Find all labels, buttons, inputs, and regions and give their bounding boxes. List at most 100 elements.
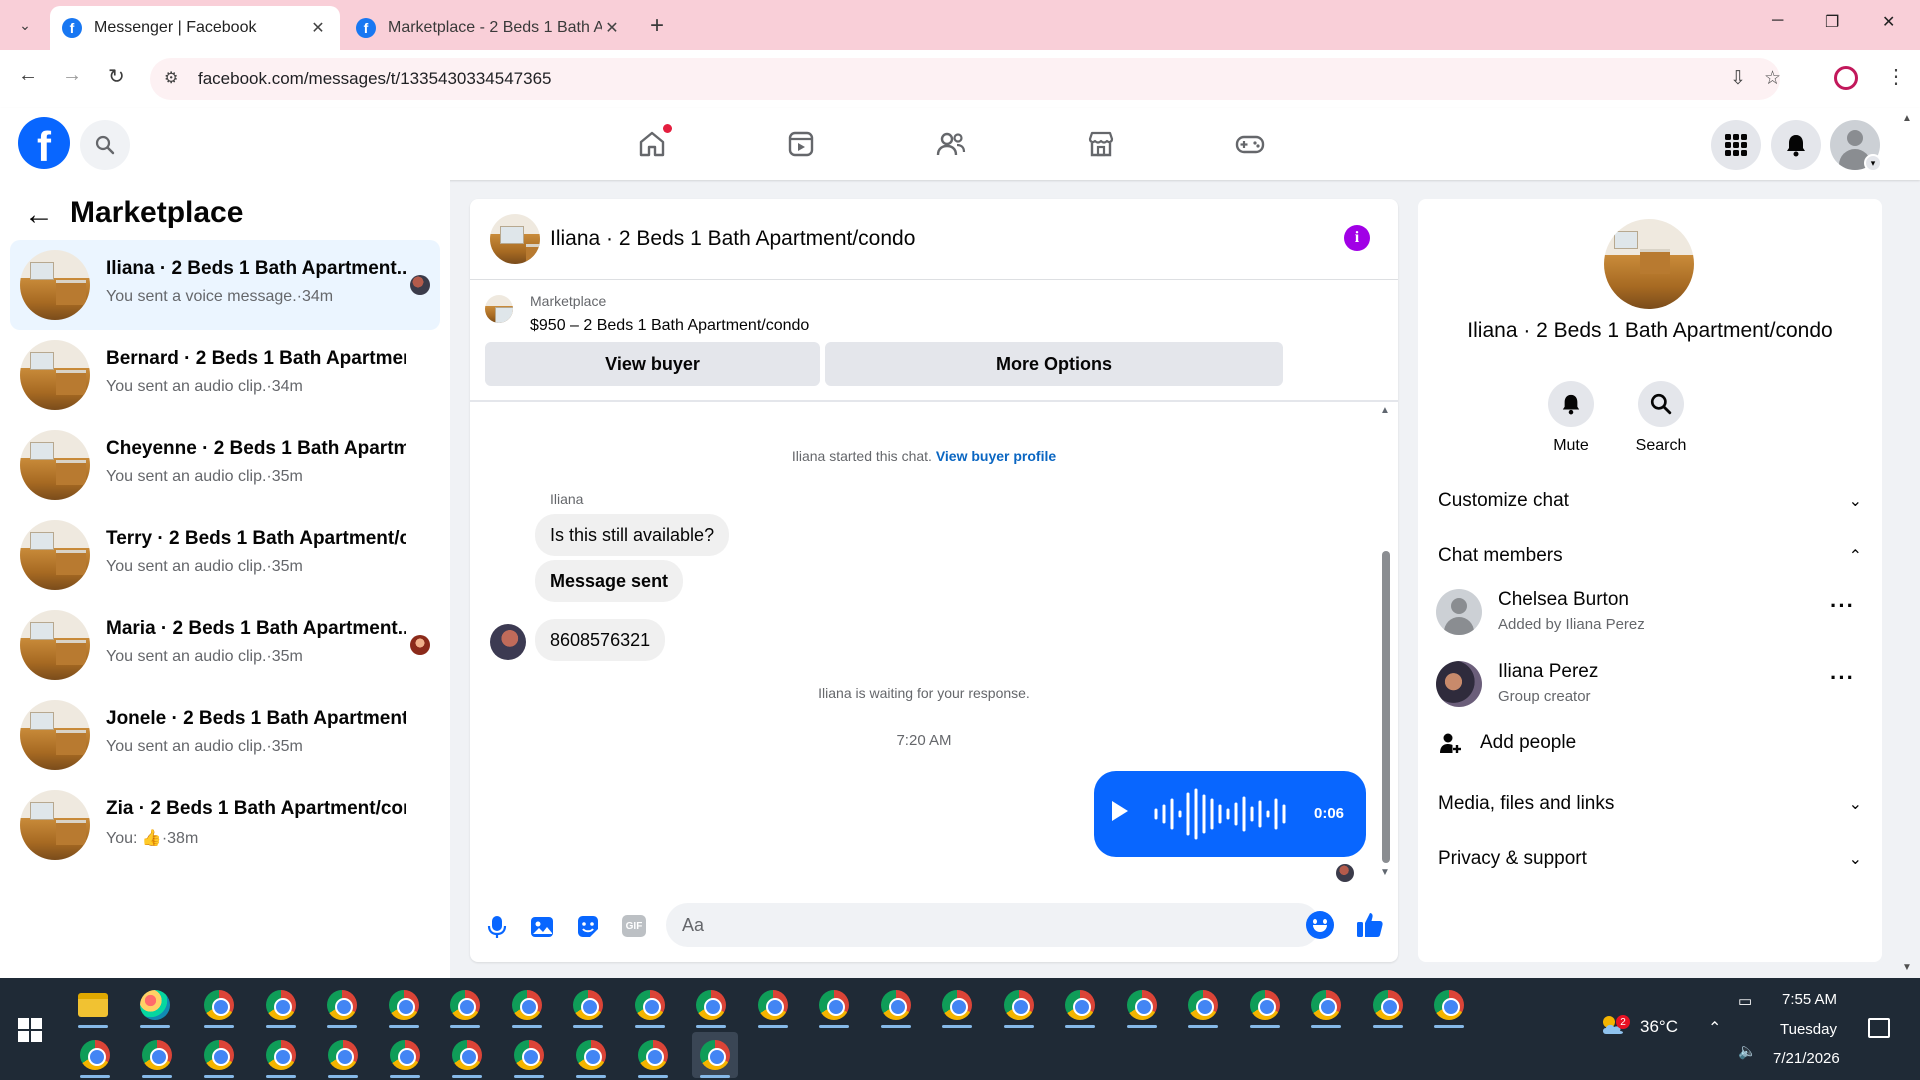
chat-scroll-up-arrow[interactable]: ▲ [1380,405,1390,416]
search-facebook-button[interactable] [80,120,130,170]
notifications-button[interactable] [1771,120,1821,170]
conversation-info-icon[interactable]: i [1344,225,1370,251]
more-options-icon[interactable]: ··· [1830,665,1855,691]
mute-action[interactable]: Mute [1531,381,1611,455]
temperature[interactable]: 36°C [1640,1017,1678,1037]
tab-marketplace[interactable]: f Marketplace - 2 Beds 1 Bath Ap ✕ [344,6,634,50]
windows-start-icon[interactable] [18,1018,42,1042]
chrome-window-icon[interactable] [320,1032,366,1078]
chrome-window-icon[interactable] [688,982,734,1028]
volume-icon[interactable]: 🔈 [1738,1042,1757,1060]
chevron-down-icon[interactable]: ▾ [1864,154,1882,172]
chrome-window-icon[interactable] [381,982,427,1028]
close-tab-icon[interactable]: ✕ [602,18,622,38]
address-bar[interactable]: ⚙ facebook.com/messages/t/13354303345473… [150,58,1781,100]
file-explorer-icon[interactable] [70,982,116,1028]
bell-icon[interactable] [1548,381,1594,427]
play-icon[interactable] [1112,801,1128,821]
site-settings-icon[interactable]: ⚙ [164,68,178,88]
more-options-button[interactable]: More Options [825,342,1283,386]
chat-scrollbar[interactable] [1382,551,1390,863]
tab-messenger[interactable]: f Messenger | Facebook ✕ [50,6,340,50]
member-row[interactable]: Iliana Perez Group creator ··· [1436,655,1864,715]
page-scroll-down-arrow[interactable]: ▼ [1902,962,1912,973]
menu-button[interactable] [1711,120,1761,170]
close-tab-icon[interactable]: ✕ [308,18,328,38]
reload-button[interactable]: ↻ [108,64,125,89]
chrome-window-icon[interactable] [504,982,550,1028]
chrome-window-icon[interactable] [996,982,1042,1028]
chat-list-item[interactable]: Bernard · 2 Beds 1 Bath Apartment... You… [10,330,440,420]
chrome-window-icon[interactable] [134,1032,180,1078]
chrome-window-icon[interactable] [444,1032,490,1078]
chat-scroll-down-arrow[interactable]: ▼ [1380,867,1390,878]
listing-preview-thumbnail[interactable] [485,295,513,323]
chrome-window-icon[interactable] [72,1032,118,1078]
send-like-button[interactable] [1354,909,1386,941]
page-scroll-up-arrow[interactable]: ▲ [1902,113,1912,124]
chrome-window-icon[interactable] [196,982,242,1028]
privacy-support-row[interactable]: Privacy & support ⌄ [1438,839,1862,879]
back-arrow-icon[interactable]: ← [24,198,54,232]
chrome-window-icon[interactable] [1057,982,1103,1028]
emoji-icon[interactable] [1306,911,1334,939]
chat-list-item[interactable]: Maria · 2 Beds 1 Bath Apartment... You s… [10,600,440,690]
attach-photo-button[interactable] [528,913,556,941]
chrome-window-icon[interactable] [319,982,365,1028]
bookmark-star-icon[interactable]: ☆ [1764,67,1781,90]
listing-price[interactable]: $950 – 2 Beds 1 Bath Apartment/condo [530,317,809,335]
voice-message-bubble[interactable]: 0:06 [1094,771,1366,857]
new-tab-button[interactable]: + [650,12,664,40]
clock-date[interactable]: 7/21/2026 [1773,1050,1840,1067]
close-window-button[interactable]: ✕ [1882,12,1895,32]
more-options-icon[interactable]: ··· [1830,593,1855,619]
gif-button[interactable]: GIF [622,915,646,937]
chrome-window-icon[interactable] [196,1032,242,1078]
profile-icon[interactable] [1834,66,1858,90]
clock-time[interactable]: 7:55 AM [1782,991,1837,1008]
forward-button[interactable]: → [62,64,82,87]
chrome-window-icon[interactable] [934,982,980,1028]
chrome-window-icon[interactable] [692,1032,738,1078]
conversation-thumbnail[interactable] [490,214,540,264]
minimize-button[interactable]: ─ [1772,12,1783,30]
facebook-logo[interactable]: f [18,117,70,169]
microphone-button[interactable] [483,913,511,941]
marketplace-nav[interactable] [1081,126,1121,162]
install-app-icon[interactable]: ⇩ [1730,67,1746,90]
chrome-window-icon[interactable] [258,1032,304,1078]
restore-button[interactable]: ❐ [1825,12,1839,32]
network-icon[interactable]: ▭ [1738,992,1752,1010]
media-files-links-row[interactable]: Media, files and links ⌄ [1438,784,1862,824]
clock-day[interactable]: Tuesday [1780,1021,1837,1038]
chrome-window-icon[interactable] [382,1032,428,1078]
message-bubble[interactable]: 8608576321 [535,619,666,661]
chat-list-item[interactable]: Terry · 2 Beds 1 Bath Apartment/c... You… [10,510,440,600]
chrome-window-icon[interactable] [506,1032,552,1078]
chrome-window-icon[interactable] [442,982,488,1028]
chrome-window-icon[interactable] [1242,982,1288,1028]
chrome-window-icon[interactable] [258,982,304,1028]
customize-chat-row[interactable]: Customize chat ⌄ [1438,481,1862,521]
chrome-window-icon[interactable] [1365,982,1411,1028]
friends-nav[interactable] [931,126,971,162]
view-buyer-button[interactable]: View buyer [485,342,820,386]
chrome-window-icon[interactable] [568,1032,614,1078]
message-bubble[interactable]: Message sent [535,560,684,602]
chrome-window-icon[interactable] [630,1032,676,1078]
paint-app-icon[interactable] [132,982,178,1028]
chat-list-item[interactable]: Zia · 2 Beds 1 Bath Apartment/con... You… [10,780,440,870]
sticker-button[interactable] [574,913,602,941]
gaming-nav[interactable] [1230,126,1270,162]
chat-list-item[interactable]: Iliana · 2 Beds 1 Bath Apartment... You … [10,240,440,330]
member-row[interactable]: Chelsea Burton Added by Iliana Perez ··· [1436,583,1864,643]
message-bubble[interactable]: Is this still available? [535,514,730,556]
chrome-window-icon[interactable] [1426,982,1472,1028]
browser-menu-icon[interactable]: ⋮ [1886,64,1906,89]
back-button[interactable]: ← [18,64,38,87]
search-icon[interactable] [1638,381,1684,427]
chat-list-item[interactable]: Jonele · 2 Beds 1 Bath Apartment/... You… [10,690,440,780]
video-nav[interactable] [781,126,821,162]
search-action[interactable]: Search [1621,381,1701,455]
message-input[interactable] [666,903,1320,947]
